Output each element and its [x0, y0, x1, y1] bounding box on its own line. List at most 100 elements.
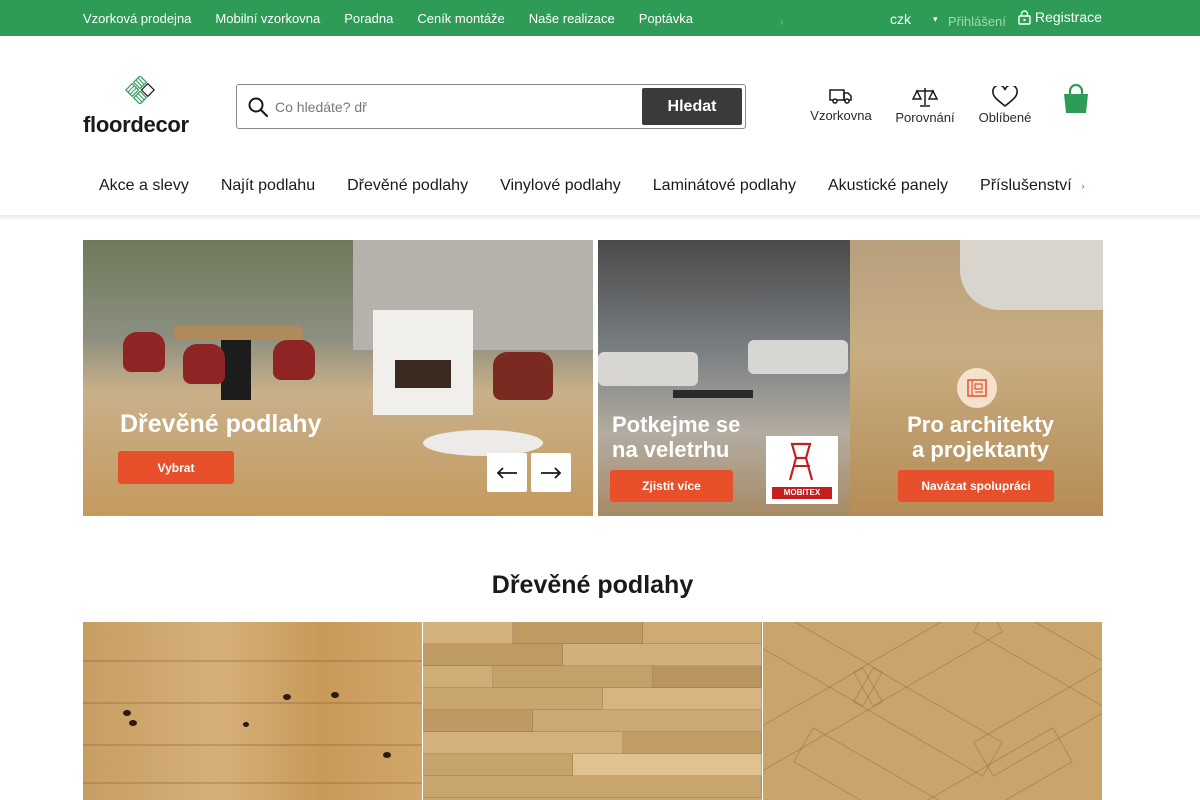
arrow-right-icon	[541, 466, 562, 479]
search-input[interactable]	[275, 95, 635, 119]
section-title: Dřevěné podlahy	[491, 571, 694, 599]
top-link-mobilni-vzorkovna[interactable]: Mobilní vzorkovna	[215, 11, 320, 26]
banner-image-coffee-table	[673, 390, 753, 398]
lock-icon	[1018, 9, 1031, 25]
header-porovnani[interactable]: Porovnání	[890, 86, 960, 125]
slider-prev-button[interactable]	[487, 453, 527, 492]
banner-title: Potkejme se na veletrhu	[612, 412, 740, 463]
blueprint-icon	[957, 368, 997, 408]
header-vzorkovna-label: Vzorkovna	[810, 108, 872, 123]
wood-block	[533, 710, 762, 732]
banner-image-table-leg	[221, 340, 251, 400]
register-label: Registrace	[1035, 9, 1102, 25]
mobitex-label: MOBITEX	[772, 487, 832, 499]
wood-block	[623, 732, 762, 754]
search-icon[interactable]	[247, 96, 269, 118]
nav-akusticke-panely[interactable]: Akustické panely	[828, 177, 948, 195]
top-link-poptavka[interactable]: Poptávka	[639, 11, 693, 26]
product-tile[interactable]	[763, 622, 1102, 800]
banner-image-sofa	[748, 340, 848, 374]
wood-plank-line	[83, 702, 422, 704]
banner-button-navazat-spolupraci[interactable]: Navázat spolupráci	[898, 470, 1054, 502]
nav-drevene-podlahy[interactable]: Dřevěné podlahy	[347, 177, 468, 195]
nav-divider	[0, 215, 1200, 221]
login-link[interactable]: Přihlášení	[948, 14, 1006, 29]
banner-button-vybrat[interactable]: Vybrat	[118, 451, 234, 484]
wood-block	[563, 644, 762, 666]
wood-block	[423, 754, 573, 776]
header-oblibene-label: Oblíbené	[978, 110, 1032, 125]
banner-title-line: a projektanty	[912, 437, 1049, 463]
search-button[interactable]: Hledat	[642, 88, 742, 125]
banner-image-table	[173, 326, 303, 340]
banner-title-line: Pro architekty	[907, 412, 1054, 437]
banner-title: Pro architekty a projektanty	[898, 412, 1063, 463]
wood-block	[423, 688, 603, 710]
wood-block	[423, 732, 623, 754]
top-link-nase-realizace[interactable]: Naše realizace	[529, 11, 615, 26]
top-nav: Vzorková prodejna Mobilní vzorkovna Pora…	[83, 0, 717, 36]
banner-veletrh[interactable]: Potkejme se na veletrhu Zjistit více MOB…	[598, 240, 850, 516]
wood-block	[423, 644, 563, 666]
banner-image-armchair	[493, 352, 553, 400]
register-link[interactable]: Registrace	[1018, 9, 1102, 25]
top-bar: Vzorková prodejna Mobilní vzorkovna Pora…	[0, 0, 1200, 36]
currency-value: czk	[890, 11, 911, 27]
top-link-poradna[interactable]: Poradna	[344, 11, 393, 26]
nav-vinylove-podlahy[interactable]: Vinylové podlahy	[500, 177, 621, 195]
wood-knot	[123, 710, 131, 716]
banner-image-chair	[183, 344, 225, 384]
top-link-vzorkova-prodejna[interactable]: Vzorková prodejna	[83, 11, 191, 26]
search-box: Hledat	[236, 84, 746, 129]
currency-select[interactable]: czk ▾	[890, 11, 938, 27]
nav-laminatove-podlahy[interactable]: Laminátové podlahy	[653, 177, 796, 195]
top-link-cenik-montaze[interactable]: Ceník montáže	[417, 11, 504, 26]
main-nav: Akce a slevy Najít podlahu Dřevěné podla…	[83, 168, 1085, 204]
wood-block	[423, 666, 493, 688]
cart-button[interactable]	[1061, 83, 1091, 120]
banner-button-zjistit-vice[interactable]: Zjistit více	[610, 470, 733, 502]
product-tile[interactable]	[423, 622, 762, 800]
nav-akce-a-slevy[interactable]: Akce a slevy	[99, 177, 189, 195]
banner-image-sofa	[598, 352, 698, 386]
wood-block	[603, 688, 762, 710]
banner-title-line: Potkejme se	[612, 412, 741, 437]
banner-title: Dřevěné podlahy	[120, 410, 322, 438]
banner-image-fire	[395, 360, 451, 388]
wood-block	[493, 666, 653, 688]
site-logo[interactable]: floordecor	[83, 76, 197, 137]
wood-knot	[331, 692, 339, 698]
wood-knot	[243, 722, 249, 727]
wood-block	[573, 754, 762, 776]
nav-najit-podlahu[interactable]: Najít podlahu	[221, 177, 315, 195]
banner-architekti[interactable]: Pro architekty a projektanty Navázat spo…	[850, 240, 1103, 516]
header-oblibene[interactable]: Oblíbené	[972, 86, 1038, 125]
wood-block	[423, 776, 762, 798]
wood-block	[423, 710, 533, 732]
cart-icon	[1064, 83, 1088, 113]
header-vzorkovna[interactable]: Vzorkovna	[806, 86, 876, 123]
mobitex-logo: MOBITEX	[766, 436, 838, 504]
header-porovnani-label: Porovnání	[895, 110, 955, 125]
wood-knot	[129, 720, 137, 726]
chevron-right-icon[interactable]: ›	[780, 17, 783, 28]
logo-mark-icon	[125, 76, 155, 104]
wood-knot	[383, 752, 391, 758]
product-tile[interactable]	[83, 622, 422, 800]
wood-block	[653, 666, 762, 688]
scales-icon	[912, 88, 938, 107]
wood-plank-line	[83, 660, 422, 662]
banner-image-chair	[123, 332, 165, 372]
heart-icon	[992, 86, 1018, 108]
truck-icon	[829, 89, 852, 104]
banner-image-chair	[273, 340, 315, 380]
mobitex-chair-icon	[788, 442, 814, 481]
wood-plank-line	[83, 744, 422, 746]
nav-prislusenstvi[interactable]: Příslušenství	[980, 177, 1072, 195]
banner-title-line: na veletrhu	[612, 437, 730, 463]
logo-wordmark: floordecor	[83, 112, 189, 137]
wood-knot	[283, 694, 291, 700]
chevron-right-icon[interactable]: ›	[1082, 181, 1085, 191]
wood-block	[513, 622, 643, 644]
slider-next-button[interactable]	[531, 453, 571, 492]
